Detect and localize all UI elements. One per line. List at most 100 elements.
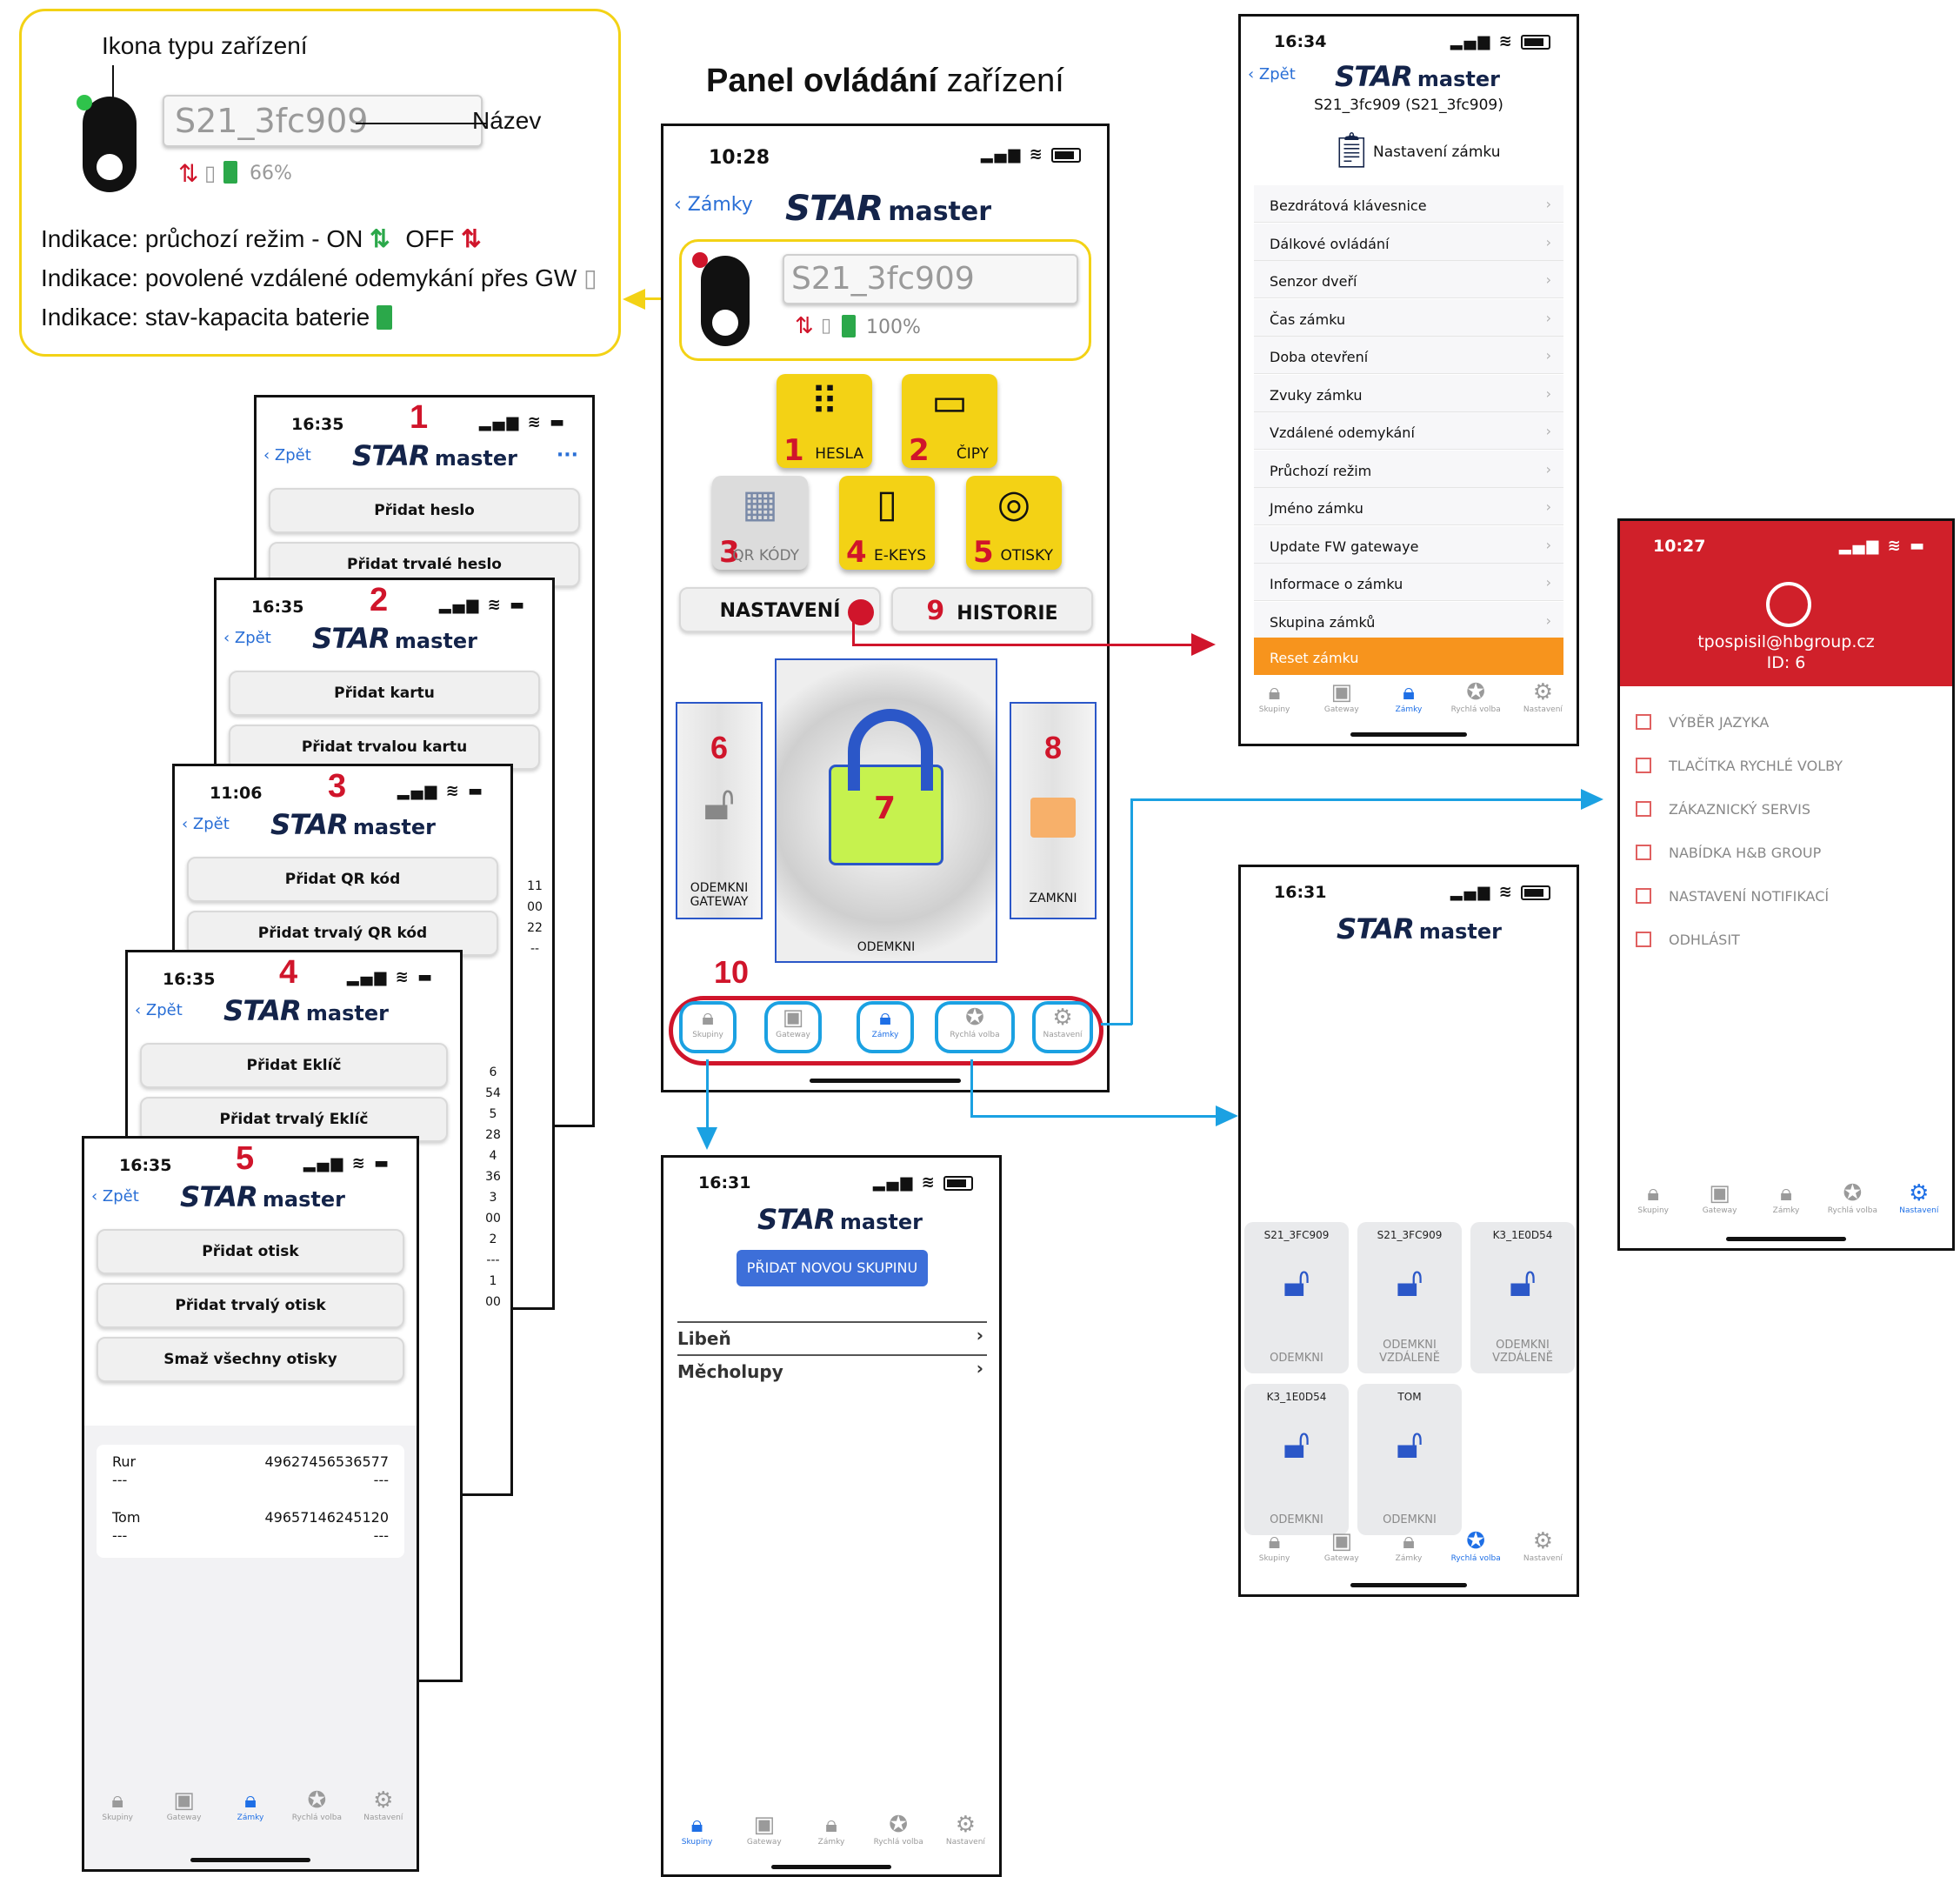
gear-icon: ⚙ [1532, 1528, 1554, 1554]
lock-button[interactable]: 8 ZAMKNI [1010, 702, 1097, 919]
settings-item[interactable]: Senzor dveří › [1254, 261, 1563, 298]
settings-item[interactable]: Doba otevření › [1254, 337, 1563, 374]
settings-item[interactable]: Skupina zámků › [1254, 601, 1563, 639]
group-lock-icon: 🔒︎ [1268, 679, 1281, 705]
main-phone: 10:28 ▂▄▆ ≋ ‹ Zámky STAR master S21_3fc909… [661, 124, 1110, 1092]
add-button[interactable]: Přidat Eklíč [140, 1043, 448, 1088]
tab-nastaveni[interactable]: ⚙ Nastavení [1889, 1180, 1950, 1215]
tab-gateway[interactable]: ▣ Gateway [764, 1001, 822, 1053]
tab-nastaveni[interactable]: ⚙ Nastavení [1512, 1528, 1573, 1563]
group-item[interactable]: Libeň › [677, 1321, 987, 1353]
tab-gateway[interactable]: ▣ Gateway [1311, 679, 1372, 714]
tab-zamky[interactable]: 🔒︎ Zámky [801, 1812, 862, 1847]
settings-item[interactable]: Čas zámku › [1254, 298, 1563, 337]
lock-icon: 🔒︎ [244, 1787, 257, 1814]
account-menu-item[interactable]: VÝBĚR JAZYKA [1636, 714, 1769, 731]
passage-mode-icon: ⇅ [795, 313, 814, 339]
record-row[interactable]: Rur 49627456536577 --- --- [112, 1453, 389, 1489]
tab-rychla-volba[interactable]: ✪ Rychlá volba [868, 1812, 929, 1847]
tab-rychla-volba[interactable]: ✪ Rychlá volba [1822, 1180, 1883, 1215]
settings-item[interactable]: Bezdrátová klávesnice › [1254, 185, 1563, 223]
feature-qr[interactable]: ▦ 3 QR KÓDY [712, 476, 808, 570]
back-button[interactable]: ‹ Zpět [223, 629, 271, 647]
back-button[interactable]: ‹ Zámky [674, 194, 753, 216]
quick-lock-tile[interactable]: TOM 🔓︎ ODEMKNI [1357, 1384, 1462, 1535]
account-menu-item[interactable]: ZÁKAZNICKÝ SERVIS [1636, 801, 1810, 818]
tab-zamky[interactable]: 🔒︎ Zámky [1378, 1528, 1439, 1563]
tab-zamky[interactable]: 🔒︎ Zámky [1378, 679, 1439, 714]
settings-item[interactable]: Vzdálené odemykání › [1254, 412, 1563, 450]
tab-zamky[interactable]: 🔒︎ Zámky [220, 1787, 281, 1822]
gateway-icon: ▣ [782, 1005, 804, 1031]
tab-skupiny[interactable]: 🔒︎ Skupiny [679, 1001, 737, 1053]
account-menu-item[interactable]: TLAČÍTKA RYCHLÉ VOLBY [1636, 758, 1843, 774]
tab-skupiny[interactable]: 🔒︎ Skupiny [87, 1787, 148, 1822]
account-menu-item[interactable]: NASTAVENÍ NOTIFIKACÍ [1636, 888, 1829, 905]
tab-rychla-volba[interactable]: ✪ Rychlá volba [286, 1787, 347, 1822]
back-button[interactable]: ‹ Zpět [182, 815, 230, 833]
group-lock-icon: 🔒︎ [1647, 1180, 1660, 1206]
back-button[interactable]: ‹ Zpět [1248, 65, 1296, 83]
star-icon: ✪ [889, 1812, 909, 1838]
gateway-unlock-button[interactable]: 6 🔓︎ ODEMKNI GATEWAY [676, 702, 763, 919]
quick-lock-tile[interactable]: K3_1E0D54 🔓︎ ODEMKNI VZDÁLENĚ [1470, 1222, 1575, 1373]
record-row[interactable]: Tom 49657146245120 --- --- [112, 1509, 389, 1545]
tab-nastaveni[interactable]: ⚙ Nastavení [1032, 1001, 1093, 1053]
settings-item[interactable]: Zvuky zámku › [1254, 374, 1563, 412]
settings-item[interactable]: Update FW gatewaye › [1254, 525, 1563, 564]
legend-line3: Indikace: stav-kapacita baterie [41, 304, 392, 331]
chevron-right-icon: › [976, 1325, 983, 1346]
tab-zamky[interactable]: 🔒︎ Zámky [1756, 1180, 1817, 1215]
reset-lock-button[interactable]: Reset zámku [1254, 638, 1563, 675]
main-tabbar: 🔒︎ Skupiny ▣ Gateway 🔒︎ Zámky ✪ Rychlá volba… [663, 1001, 1107, 1062]
account-menu-item[interactable]: ODHLÁSIT [1636, 932, 1740, 948]
app-logo: STAR master [1335, 60, 1500, 93]
feature-hesla[interactable]: ⠿ 1 HESLA [777, 374, 872, 468]
tab-rychla-volba[interactable]: ✪ Rychlá volba [935, 1001, 1015, 1053]
tab-nastaveni[interactable]: ⚙ Nastavení [1512, 679, 1573, 714]
tab-nastaveni[interactable]: ⚙ Nastavení [935, 1812, 996, 1847]
settings-item[interactable]: Informace o zámku › [1254, 564, 1563, 601]
tab-rychla-volba[interactable]: ✪ Rychlá volba [1445, 1528, 1506, 1563]
app-logo: STAR master [312, 622, 477, 655]
history-button[interactable]: 9 HISTORIE [891, 587, 1093, 632]
tab-gateway[interactable]: ▣ Gateway [154, 1787, 215, 1822]
back-button[interactable]: ‹ Zpět [91, 1187, 139, 1206]
tab-gateway[interactable]: ▣ Gateway [734, 1812, 795, 1847]
tab-nastaveni[interactable]: ⚙ Nastavení [353, 1787, 414, 1822]
tab-rychla-volba[interactable]: ✪ Rychlá volba [1445, 679, 1506, 714]
tab-skupiny[interactable]: 🔒︎ Skupiny [667, 1812, 728, 1847]
tab-skupiny[interactable]: 🔒︎ Skupiny [1244, 1528, 1305, 1563]
group-lock-icon: 🔒︎ [702, 1005, 714, 1031]
back-button[interactable]: ‹ Zpět [135, 1001, 183, 1019]
quick-lock-tile[interactable]: S21_3FC909 🔓︎ ODEMKNI [1244, 1222, 1349, 1373]
tab-zamky[interactable]: 🔒︎ Zámky [857, 1001, 914, 1053]
settings-item[interactable]: Dálkové ovládání › [1254, 223, 1563, 261]
account-menu-item[interactable]: NABÍDKA H&B GROUP [1636, 845, 1821, 861]
settings-item[interactable]: Průchozí režim › [1254, 450, 1563, 488]
quick-lock-tile[interactable]: S21_3FC909 🔓︎ ODEMKNI VZDÁLENĚ [1357, 1222, 1462, 1373]
legend-panel: Ikona typu zařízení S21_3fc909 Název ⇅ ▯… [19, 9, 621, 357]
add-button[interactable]: Smaž všechny otisky [97, 1337, 404, 1382]
feature-ekeys[interactable]: ▯ 4 E-KEYS [839, 476, 935, 570]
unlock-button[interactable]: 7 ODEMKNI [775, 658, 997, 963]
add-button[interactable]: Přidat otisk [97, 1229, 404, 1274]
remote-icon: ▯ [204, 161, 217, 185]
feature-otisky[interactable]: ◎ 5 OTISKY [966, 476, 1062, 570]
more-icon[interactable]: ··· [557, 444, 578, 466]
add-button[interactable]: Přidat kartu [229, 671, 540, 716]
tab-skupiny[interactable]: 🔒︎ Skupiny [1244, 679, 1305, 714]
group-item[interactable]: Měcholupy › [677, 1354, 987, 1386]
settings-item[interactable]: Jméno zámku › [1254, 488, 1563, 525]
add-group-button[interactable]: PŘIDAT NOVOU SKUPINU [737, 1250, 928, 1286]
on-icon: ⇅ [370, 225, 390, 252]
back-button[interactable]: ‹ Zpět [263, 446, 311, 464]
tab-gateway[interactable]: ▣ Gateway [1311, 1528, 1372, 1563]
add-button[interactable]: Přidat heslo [269, 488, 580, 533]
add-button[interactable]: Přidat trvalý otisk [97, 1283, 404, 1328]
quick-lock-tile[interactable]: K3_1E0D54 🔓︎ ODEMKNI [1244, 1384, 1349, 1535]
feature-cipy[interactable]: ▭ 2 ČIPY [902, 374, 997, 468]
add-button[interactable]: Přidat QR kód [187, 857, 498, 902]
tab-gateway[interactable]: ▣ Gateway [1690, 1180, 1750, 1215]
tab-skupiny[interactable]: 🔒︎ Skupiny [1623, 1180, 1683, 1215]
